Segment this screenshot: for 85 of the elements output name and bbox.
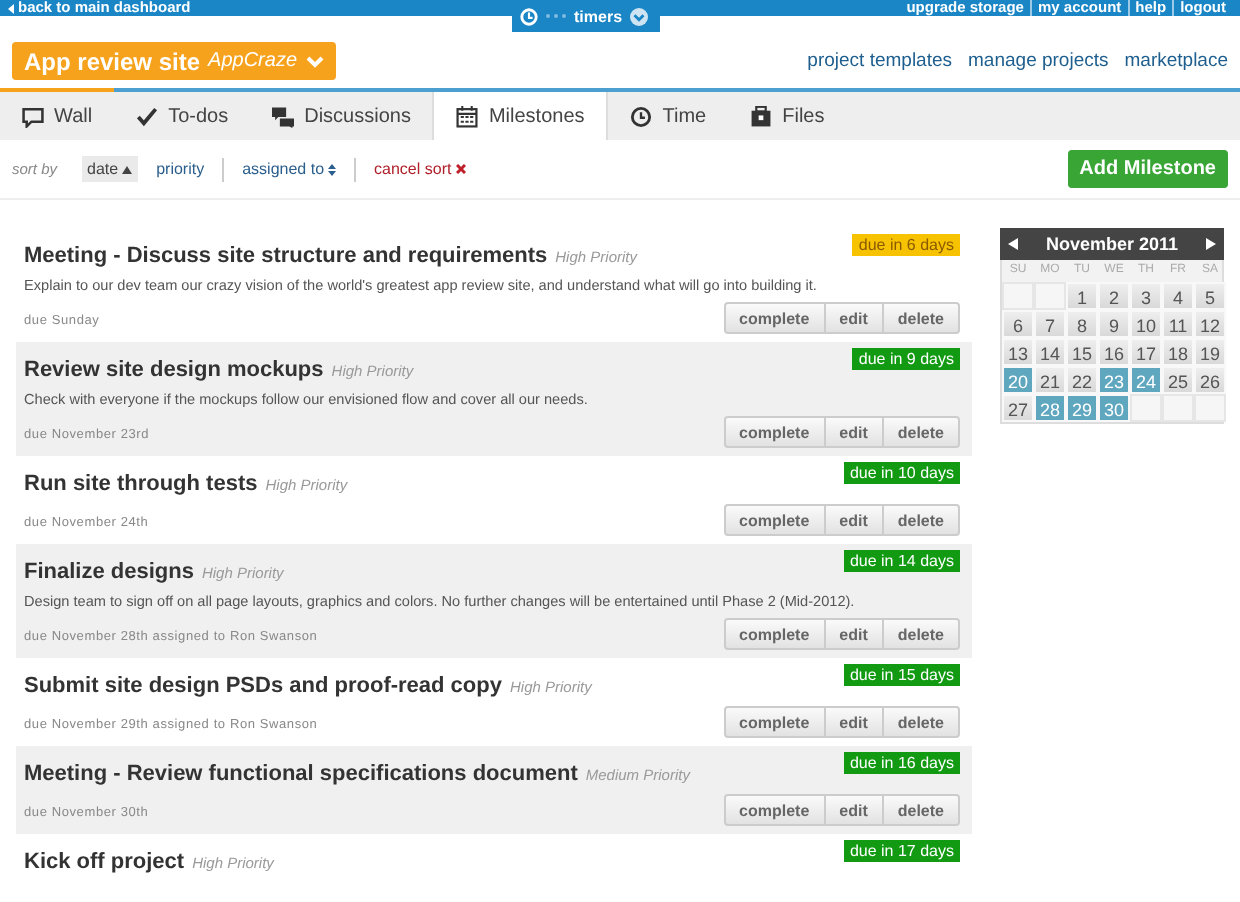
calendar-day[interactable]: 1	[1066, 282, 1098, 310]
due-badge: due in 14 days	[843, 550, 960, 572]
milestone-title: Review site design mockups	[24, 358, 324, 382]
calendar-day[interactable]: 13	[1002, 338, 1034, 366]
milestone-action-button[interactable]: delete	[883, 302, 960, 334]
due-badge: due in 17 days	[843, 840, 960, 862]
calendar-day[interactable]: 10	[1130, 310, 1162, 338]
milestone-action-button[interactable]: edit	[825, 794, 884, 826]
calendar-day[interactable]: 15	[1066, 338, 1098, 366]
milestone-title: Finalize designs	[24, 560, 194, 584]
calendar-title: November 2011	[1045, 234, 1179, 254]
next-month-icon[interactable]	[1205, 238, 1216, 250]
milestone-action-button[interactable]: delete	[883, 706, 960, 738]
milestone-action-button[interactable]: complete	[723, 706, 826, 738]
calendar-day[interactable]: 19	[1194, 338, 1226, 366]
milestone-action-button[interactable]: edit	[825, 504, 884, 536]
calendar-day[interactable]: 14	[1034, 338, 1066, 366]
due-badge: due in 16 days	[843, 752, 960, 774]
sort-option[interactable]: priority	[150, 156, 211, 182]
milestone-action-button[interactable]: delete	[883, 794, 960, 826]
calendar-icon	[456, 105, 479, 127]
header-link[interactable]: marketplace	[1124, 50, 1228, 72]
milestone-action-button[interactable]: delete	[883, 618, 960, 650]
calendar-day[interactable]: 8	[1066, 310, 1098, 338]
calendar-day[interactable]: 9	[1098, 310, 1130, 338]
clock-icon	[520, 7, 538, 25]
add-milestone-button[interactable]: Add Milestone	[1067, 150, 1228, 188]
sort-option[interactable]: cancel sort	[368, 156, 472, 182]
milestone-title: Meeting - Discuss site structure and requirements	[24, 244, 548, 268]
calendar-day[interactable]: 25	[1162, 366, 1194, 394]
milestone-action-button[interactable]: complete	[723, 416, 826, 448]
calendar-day[interactable]: 16	[1098, 338, 1130, 366]
calendar-day[interactable]: 18	[1162, 338, 1194, 366]
calendar-day[interactable]: 26	[1194, 366, 1226, 394]
header-link[interactable]: project templates	[807, 50, 953, 72]
milestone-action-button[interactable]: edit	[825, 618, 884, 650]
calendar-day[interactable]: 21	[1034, 366, 1066, 394]
sort-icon	[328, 163, 337, 175]
calendar-day[interactable]: 3	[1130, 282, 1162, 310]
sort-option[interactable]: assigned to	[236, 156, 343, 182]
milestone-title: Meeting - Review functional specifications document	[24, 762, 578, 786]
sort-option[interactable]: date	[81, 156, 139, 182]
tab[interactable]: Discussions	[250, 92, 433, 140]
milestone-title: Run site through tests	[24, 472, 258, 496]
calendar-day[interactable]: 2	[1098, 282, 1130, 310]
due-badge: due in 15 days	[843, 664, 960, 686]
calendar-day[interactable]: 22	[1066, 366, 1098, 394]
calendar-day[interactable]: 27	[1002, 394, 1034, 422]
calendar-day[interactable]: 6	[1002, 310, 1034, 338]
calendar-day[interactable]: 5	[1194, 282, 1226, 310]
calendar-day[interactable]: 4	[1162, 282, 1194, 310]
milestone-action-button[interactable]: delete	[883, 416, 960, 448]
milestone-action-button[interactable]: edit	[825, 416, 884, 448]
prev-month-icon[interactable]	[1008, 238, 1018, 250]
due-badge: due in 9 days	[852, 348, 960, 370]
due-badge: due in 6 days	[852, 234, 960, 256]
due-badge: due in 10 days	[843, 462, 960, 484]
clock-icon	[630, 105, 653, 127]
tab[interactable]: Milestones	[432, 92, 609, 140]
calendar-day[interactable]: 7	[1034, 310, 1066, 338]
milestone-action-button[interactable]: complete	[723, 794, 826, 826]
tab[interactable]: Wall	[0, 92, 115, 140]
milestone-action-button[interactable]: complete	[723, 504, 826, 536]
cross-icon	[455, 164, 466, 174]
milestone-action-button[interactable]: complete	[723, 618, 826, 650]
calendar-day[interactable]: 12	[1194, 310, 1226, 338]
tab[interactable]: Files	[728, 92, 847, 140]
checkmark-icon	[136, 105, 159, 127]
header-link[interactable]: manage projects	[968, 50, 1109, 72]
milestone-action-button[interactable]: edit	[825, 302, 884, 334]
chat-bubbles-icon	[272, 105, 295, 127]
milestone-action-button[interactable]: complete	[723, 302, 826, 334]
speech-bubble-icon	[22, 105, 44, 127]
milestone-title: Submit site design PSDs and proof-read copy	[24, 674, 502, 698]
tab[interactable]: Time	[608, 92, 729, 140]
milestone-title: Kick off project	[24, 850, 185, 874]
tab[interactable]: To-dos	[114, 92, 251, 140]
calendar-day[interactable]: 17	[1130, 338, 1162, 366]
calendar-day[interactable]: 11	[1162, 310, 1194, 338]
milestone-action-button[interactable]: edit	[825, 706, 884, 738]
sort-up-icon	[122, 165, 133, 173]
chevron-down-icon	[305, 55, 323, 67]
chevron-down-icon	[630, 7, 649, 25]
briefcase-icon	[750, 105, 773, 127]
milestone-action-button[interactable]: delete	[883, 504, 960, 536]
